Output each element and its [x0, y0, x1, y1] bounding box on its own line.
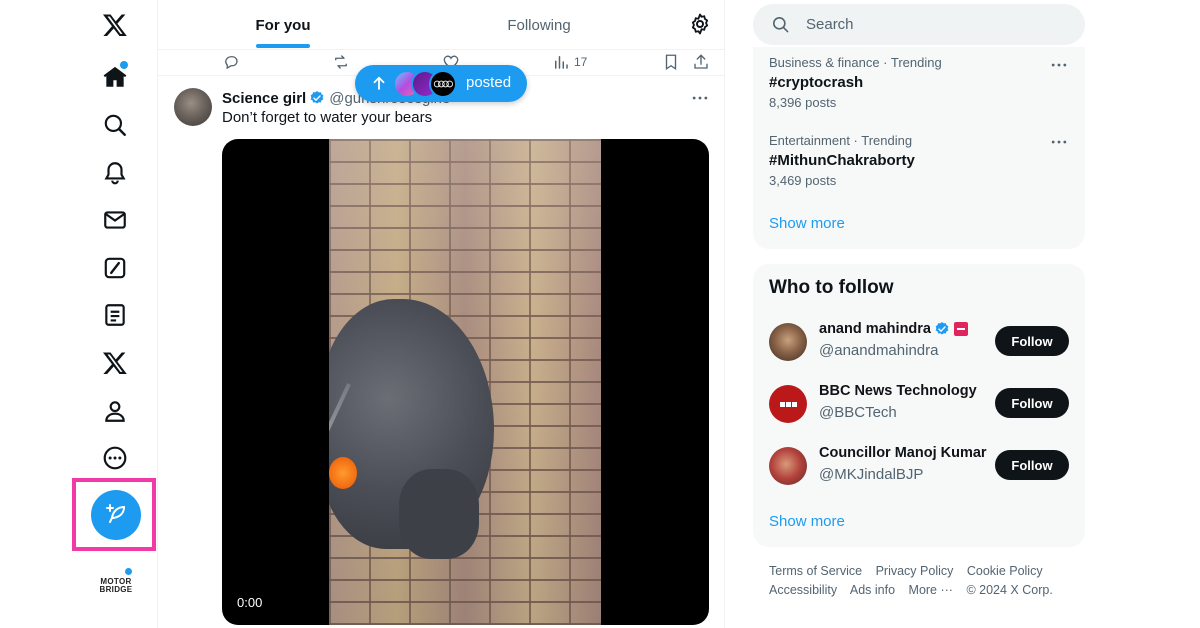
- affiliate-badge-icon: [954, 322, 968, 336]
- premium-icon[interactable]: [92, 340, 138, 386]
- suggestion-name-row: BBC News Technology: [819, 383, 977, 399]
- trend-category: Business & finance · Trending: [769, 55, 942, 70]
- left-nav: MOTOR BRIDGE: [0, 0, 158, 628]
- footer-link[interactable]: Privacy Policy: [876, 564, 954, 578]
- suggestion-name: Councillor Manoj Kumar: [819, 445, 987, 461]
- suggestion-handle: @MKJindalBJP: [819, 466, 924, 483]
- profile-icon[interactable]: [92, 388, 138, 434]
- audi-rings-icon: [433, 80, 453, 88]
- footer-link[interactable]: Cookie Policy: [967, 564, 1043, 578]
- quill-plus-icon: [106, 504, 125, 523]
- views-button[interactable]: 17: [552, 52, 587, 72]
- suggestion-handle: @anandmahindra: [819, 342, 939, 359]
- trend-item[interactable]: Entertainment · Trending #MithunChakrabo…: [769, 133, 1069, 188]
- tab-following[interactable]: Following: [476, 0, 602, 50]
- suggestion-name-row: Councillor Manoj Kumar: [819, 445, 987, 461]
- tweet-author-avatar[interactable]: [174, 88, 212, 126]
- views-chart-icon: [555, 56, 568, 69]
- tweet-video-player[interactable]: 0:00: [222, 139, 709, 625]
- who-to-follow-show-more-link[interactable]: Show more: [769, 513, 845, 530]
- active-tab-underline: [256, 44, 310, 48]
- footer-links: Terms of Service Privacy Policy Cookie P…: [769, 562, 1089, 600]
- verified-badge-icon: [310, 91, 324, 104]
- who-to-follow-card: Who to follow anand mahindra @anandmahin…: [753, 264, 1085, 547]
- share-icon: [694, 54, 708, 69]
- video-orange-object: [329, 457, 357, 489]
- avatar[interactable]: [769, 447, 807, 485]
- who-to-follow-title: Who to follow: [769, 277, 894, 298]
- follow-suggestion[interactable]: Councillor Manoj Kumar @MKJindalBJP Foll…: [769, 443, 1069, 489]
- video-bear-leg: [399, 469, 479, 559]
- trend-post-count: 8,396 posts: [769, 95, 837, 110]
- notifications-icon[interactable]: [92, 150, 138, 196]
- tweet-author-name[interactable]: Science girl: [222, 90, 306, 107]
- new-posts-pill-label: posted: [466, 74, 512, 91]
- views-count: 17: [574, 55, 588, 69]
- tweet-text: Don’t forget to water your bears: [222, 109, 433, 126]
- follow-button[interactable]: Follow: [995, 326, 1069, 356]
- suggestion-handle: @BBCTech: [819, 404, 897, 421]
- bookmark-icon: [665, 54, 677, 71]
- x-logo-icon[interactable]: [92, 2, 138, 48]
- trends-show-more-link[interactable]: Show more: [769, 215, 845, 232]
- account-logo-line2: BRIDGE: [99, 585, 133, 594]
- footer-link[interactable]: Terms of Service: [769, 564, 862, 578]
- repost-icon: [335, 55, 347, 69]
- tab-for-you-label: For you: [255, 16, 311, 34]
- footer-link[interactable]: Accessibility: [769, 583, 837, 597]
- trend-category: Entertainment · Trending: [769, 133, 913, 148]
- grok-icon[interactable]: [92, 245, 138, 291]
- trend-more-icon[interactable]: [1049, 132, 1069, 152]
- video-frame: [329, 139, 601, 625]
- share-button[interactable]: [692, 52, 710, 72]
- suggestion-name: BBC News Technology: [819, 383, 977, 399]
- tweet-more-options-icon[interactable]: [690, 88, 710, 108]
- home-icon[interactable]: [92, 54, 138, 100]
- timeline-settings-gear-icon[interactable]: [688, 12, 712, 36]
- follow-button[interactable]: Follow: [995, 450, 1069, 480]
- footer-link[interactable]: Ads info: [850, 583, 895, 597]
- trend-hashtag: #MithunChakraborty: [769, 152, 915, 169]
- verified-badge-icon: [935, 322, 949, 335]
- compose-post-button[interactable]: [91, 490, 141, 540]
- bbc-logo-icon: [779, 401, 797, 407]
- new-post-author-avatar: [429, 70, 457, 98]
- follow-suggestion[interactable]: anand mahindra @anandmahindra Follow: [769, 319, 1069, 365]
- more-icon[interactable]: [92, 435, 138, 481]
- repost-button[interactable]: [332, 52, 350, 72]
- follow-button[interactable]: Follow: [995, 388, 1069, 418]
- account-avatar[interactable]: MOTOR BRIDGE: [97, 574, 135, 598]
- timeline-tabs: For you Following: [158, 0, 724, 50]
- tab-for-you[interactable]: For you: [238, 0, 328, 50]
- bbc-avatar[interactable]: [769, 385, 807, 423]
- trends-card: Business & finance · Trending #cryptocra…: [753, 47, 1085, 249]
- search-icon: [772, 16, 789, 33]
- notification-dot: [120, 61, 128, 69]
- trend-item[interactable]: Business & finance · Trending #cryptocra…: [769, 55, 1069, 110]
- video-timestamp: 0:00: [237, 595, 263, 610]
- lists-icon[interactable]: [92, 292, 138, 338]
- explore-icon[interactable]: [92, 102, 138, 148]
- reply-icon: [225, 56, 238, 70]
- account-notification-dot: [125, 568, 132, 575]
- follow-suggestion[interactable]: BBC News Technology @BBCTech Follow: [769, 381, 1069, 427]
- tab-following-label: Following: [507, 16, 571, 34]
- copyright: © 2024 X Corp.: [966, 583, 1053, 597]
- trend-post-count: 3,469 posts: [769, 173, 837, 188]
- arrow-up-icon: [373, 76, 385, 90]
- avatar[interactable]: [769, 323, 807, 361]
- new-posts-pill[interactable]: posted: [355, 65, 527, 102]
- trend-hashtag: #cryptocrash: [769, 74, 864, 91]
- search-bar[interactable]: [753, 4, 1085, 45]
- reply-button[interactable]: [222, 52, 240, 72]
- bookmark-button[interactable]: [662, 52, 680, 72]
- messages-icon[interactable]: [92, 197, 138, 243]
- trend-more-icon[interactable]: [1049, 55, 1069, 75]
- footer-more-link[interactable]: More ···: [909, 583, 953, 597]
- search-input[interactable]: [806, 4, 1066, 45]
- suggestion-name: anand mahindra: [819, 321, 931, 337]
- suggestion-name-row: anand mahindra: [819, 321, 968, 337]
